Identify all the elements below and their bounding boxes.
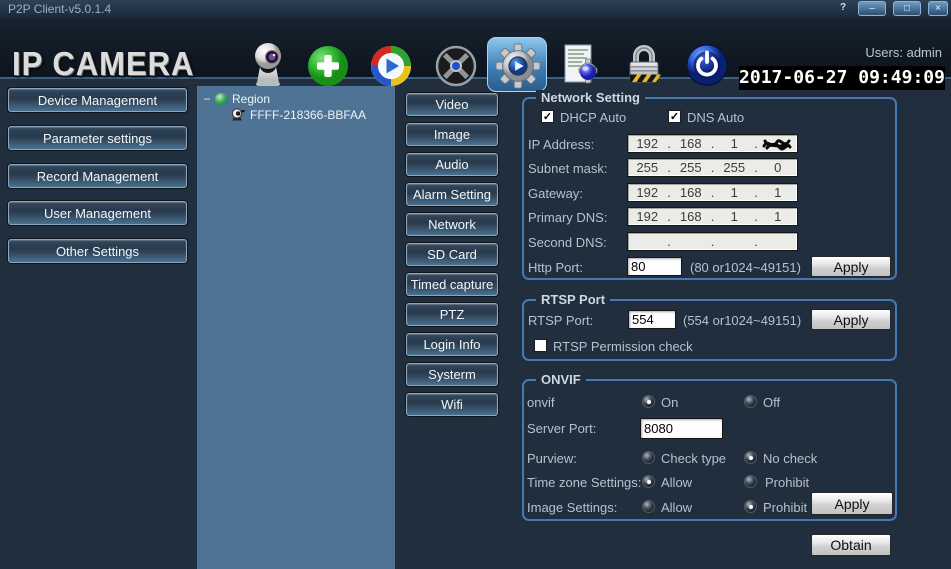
subnet-mask-field[interactable]: 255 255 255 0: [627, 158, 798, 177]
tab-ptz[interactable]: PTZ: [406, 303, 498, 326]
record-reel-icon[interactable]: [434, 44, 478, 88]
purview-no-check-radio[interactable]: [744, 451, 757, 464]
rtsp-port-hint: (554 or1024~49151): [683, 313, 802, 328]
titlebar: P2P Client-v5.0.1.4 ? – □ ×: [0, 0, 951, 19]
tab-video[interactable]: Video: [406, 93, 498, 116]
onvif-on-radio[interactable]: [642, 395, 655, 408]
purview-label: Purview:: [527, 451, 577, 466]
tree-node-device[interactable]: FFFF-218366-BBFAA: [231, 108, 366, 122]
dns-auto-checkbox[interactable]: [668, 110, 681, 123]
maximize-button[interactable]: □: [893, 1, 921, 16]
timezone-settings-label: Time zone Settings:: [527, 475, 642, 490]
ip-address-label: IP Address:: [528, 137, 595, 152]
settings-gear-icon: [495, 43, 541, 89]
http-port-input[interactable]: [627, 257, 682, 276]
purview-check-type-radio[interactable]: [642, 451, 655, 464]
subnet-mask-label: Subnet mask:: [528, 161, 608, 176]
timezone-prohibit-label: Prohibit: [765, 475, 810, 490]
sidebar-item-parameter-settings[interactable]: Parameter settings: [8, 126, 187, 150]
help-button[interactable]: ?: [834, 1, 852, 16]
webcam-monitor-icon[interactable]: [246, 41, 290, 91]
sidebar-item-device-management[interactable]: Device Management: [8, 88, 187, 112]
datetime-clock: 2017-06-27 09:49:09: [739, 66, 945, 90]
censored-scribble: [762, 139, 791, 151]
obtain-button[interactable]: Obtain: [811, 534, 891, 556]
rtsp-permission-label: RTSP Permission check: [553, 339, 693, 354]
image-settings-label: Image Settings:: [527, 500, 618, 515]
onvif-off-label: Off: [763, 395, 781, 410]
camera-device-icon: [231, 108, 245, 121]
tab-alarm-setting[interactable]: Alarm Setting: [406, 183, 498, 206]
network-setting-legend: Network Setting: [536, 90, 645, 105]
purview-check-type-label: Check type: [661, 451, 727, 466]
http-port-label: Http Port:: [528, 260, 583, 275]
image-allow-radio[interactable]: [642, 500, 655, 513]
rtsp-port-input[interactable]: [628, 310, 676, 329]
server-port-input[interactable]: [640, 418, 723, 439]
second-dns-field[interactable]: [627, 232, 798, 251]
globe-icon: [215, 92, 228, 106]
app-logo: IP CAMERA: [12, 44, 195, 83]
http-port-hint: (80 or1024~49151): [690, 260, 801, 275]
gateway-label: Gateway:: [528, 186, 583, 201]
sidebar-item-other-settings[interactable]: Other Settings: [8, 239, 187, 263]
tab-wifi[interactable]: Wifi: [406, 393, 498, 416]
network-apply-button[interactable]: Apply: [811, 256, 891, 277]
timezone-allow-radio[interactable]: [642, 475, 655, 488]
timezone-allow-label: Allow: [661, 475, 693, 490]
tree-node-device-label: FFFF-218366-BBFAA: [250, 108, 367, 122]
tab-systerm[interactable]: Systerm: [406, 363, 498, 386]
users-label: Users: admin: [865, 45, 942, 60]
sidebar-item-record-management[interactable]: Record Management: [8, 164, 187, 188]
close-button[interactable]: ×: [928, 1, 948, 16]
purview-no-check-label: No check: [763, 451, 818, 466]
tab-audio[interactable]: Audio: [406, 153, 498, 176]
header: IP CAMERA Users: admin 2017-06-27 09:49:…: [0, 18, 951, 92]
tree-node-region[interactable]: − Region: [203, 92, 270, 106]
system-log-icon[interactable]: [558, 42, 602, 90]
gateway-field[interactable]: 192 168 1 1: [627, 183, 798, 202]
dns-auto-label: DNS Auto: [687, 110, 745, 125]
image-prohibit-label: Prohibit: [763, 500, 808, 515]
lock-security-icon[interactable]: [623, 42, 665, 88]
collapse-icon[interactable]: −: [203, 92, 211, 106]
dhcp-auto-label: DHCP Auto: [560, 110, 627, 125]
onvif-on-label: On: [661, 395, 679, 410]
sidebar-item-user-management[interactable]: User Management: [8, 201, 187, 225]
rtsp-port-legend: RTSP Port: [536, 292, 611, 307]
server-port-label: Server Port:: [527, 421, 597, 436]
primary-dns-field[interactable]: 192 168 1 1: [627, 207, 798, 226]
device-tree-panel: − Region FFFF-218366-BBFAA: [197, 86, 395, 569]
onvif-apply-button[interactable]: Apply: [811, 492, 893, 515]
window-title: P2P Client-v5.0.1.4: [8, 2, 112, 16]
onvif-label: onvif: [527, 395, 555, 410]
ip-address-field[interactable]: 192 168 1: [627, 134, 798, 153]
onvif-off-radio[interactable]: [744, 395, 757, 408]
settings-gear-button-active[interactable]: [487, 37, 547, 92]
add-device-icon[interactable]: [306, 44, 350, 88]
tab-sd-card[interactable]: SD Card: [406, 243, 498, 266]
timezone-prohibit-radio[interactable]: [744, 475, 757, 488]
image-allow-label: Allow: [661, 500, 693, 515]
second-dns-label: Second DNS:: [528, 235, 607, 250]
tab-network[interactable]: Network: [406, 213, 498, 236]
dhcp-auto-checkbox[interactable]: [541, 110, 554, 123]
minimize-button[interactable]: –: [858, 1, 886, 16]
tab-timed-capture[interactable]: Timed capture: [406, 273, 498, 296]
tab-login-info[interactable]: Login Info: [406, 333, 498, 356]
rtsp-apply-button[interactable]: Apply: [811, 309, 891, 330]
rtsp-permission-checkbox[interactable]: [534, 339, 547, 352]
rtsp-port-label: RTSP Port:: [528, 313, 594, 328]
media-player-icon[interactable]: [369, 44, 413, 88]
image-prohibit-radio[interactable]: [744, 500, 757, 513]
tab-image[interactable]: Image: [406, 123, 498, 146]
tree-node-region-label: Region: [232, 92, 271, 106]
onvif-legend: ONVIF: [536, 372, 586, 387]
power-exit-icon[interactable]: [685, 43, 729, 87]
primary-dns-label: Primary DNS:: [528, 210, 608, 225]
p2p-client-window: P2P Client-v5.0.1.4 ? – □ × IP CAMERA Us…: [0, 0, 951, 569]
